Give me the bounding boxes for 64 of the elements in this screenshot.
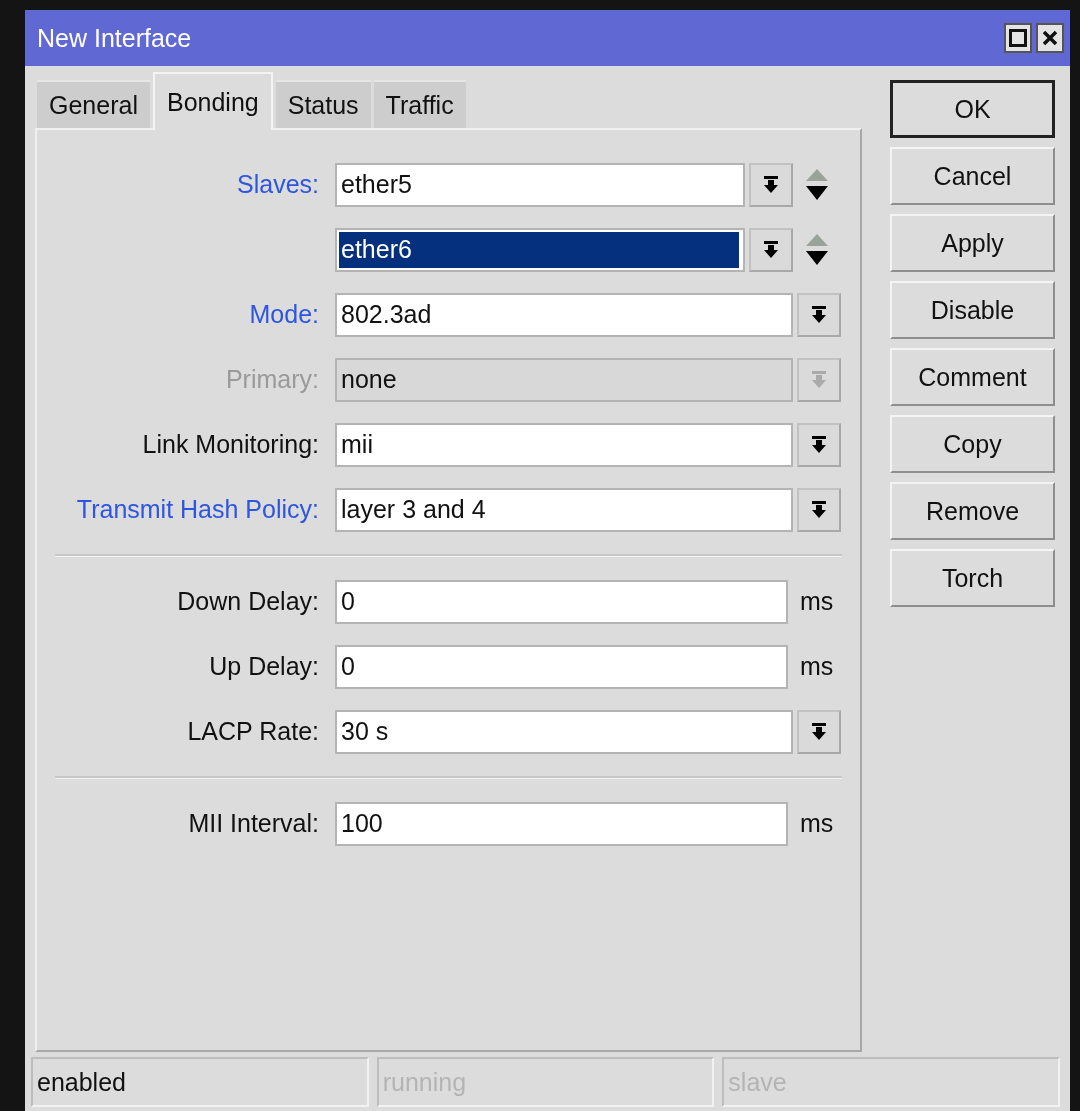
field-label: Primary: [224, 365, 320, 394]
input-field[interactable]: ether6 [335, 227, 745, 272]
input-field[interactable]: 100 [335, 801, 788, 846]
dialog-button[interactable]: Comment [890, 348, 1055, 406]
dropdown-button[interactable] [797, 487, 841, 532]
input-field[interactable]: mii [335, 422, 793, 467]
dropdown-icon [763, 239, 779, 260]
dropdown-icon [811, 499, 827, 520]
field-value: 100 [341, 809, 383, 838]
field-value: 802.3ad [341, 300, 432, 329]
field-label: LACP Rate: [186, 717, 320, 746]
field-label: Up Delay: [208, 652, 320, 681]
field-label: Link Monitoring: [141, 430, 320, 459]
field-value: 0 [341, 652, 355, 681]
dropdown-button[interactable] [797, 292, 841, 337]
tab[interactable]: General [37, 80, 150, 128]
field-value: mii [341, 430, 373, 459]
input-field[interactable]: 802.3ad [335, 292, 793, 337]
status-cell: enabled [31, 1057, 369, 1107]
dialog-button[interactable]: Copy [890, 415, 1055, 473]
dialog-button[interactable]: OK [890, 80, 1055, 138]
dialog-button[interactable]: Remove [890, 482, 1055, 540]
input-field[interactable]: ether5 [335, 162, 745, 207]
dialog-button[interactable]: Cancel [890, 147, 1055, 205]
field-value: layer 3 and 4 [341, 495, 486, 524]
close-icon [1042, 30, 1058, 46]
field-value: ether5 [341, 170, 412, 199]
field-value: none [341, 365, 397, 394]
input-field[interactable]: 0 [335, 644, 788, 689]
field-label: Mode: [248, 300, 320, 329]
maximize-icon [1009, 29, 1027, 47]
close-button[interactable] [1036, 23, 1064, 53]
dropdown-button[interactable] [749, 162, 793, 207]
dialog-button[interactable]: Apply [890, 214, 1055, 272]
maximize-button[interactable] [1004, 23, 1032, 53]
field-label: MII Interval: [187, 809, 320, 838]
field-label: Down Delay: [176, 587, 320, 616]
dropdown-icon [811, 721, 827, 742]
field-label: Transmit Hash Policy: [75, 495, 320, 524]
unit-label: ms [800, 652, 834, 681]
dropdown-icon [811, 369, 827, 390]
up-down-icon[interactable] [805, 232, 829, 267]
window-title: New Interface [37, 23, 193, 53]
dialog-button[interactable]: Disable [890, 281, 1055, 339]
input-field[interactable]: 30 s [335, 709, 793, 754]
tab[interactable]: Traffic [373, 80, 466, 128]
field-value: ether6 [339, 231, 739, 268]
field-label: Slaves: [236, 170, 320, 199]
dropdown-button[interactable] [797, 709, 841, 754]
field-value: 30 s [341, 717, 389, 746]
dropdown-icon [811, 434, 827, 455]
dropdown-button[interactable] [797, 422, 841, 467]
input-field[interactable]: 0 [335, 579, 788, 624]
tab[interactable]: Status [275, 80, 371, 128]
field-value: 0 [341, 587, 355, 616]
dropdown-icon [811, 304, 827, 325]
tab[interactable]: Bonding [152, 72, 273, 130]
dialog-button[interactable]: Torch [890, 549, 1055, 607]
input-field[interactable]: layer 3 and 4 [335, 487, 793, 532]
unit-label: ms [800, 809, 834, 838]
dropdown-icon [763, 174, 779, 195]
unit-label: ms [800, 587, 834, 616]
up-down-icon[interactable] [805, 167, 829, 202]
dropdown-button[interactable] [749, 227, 793, 272]
